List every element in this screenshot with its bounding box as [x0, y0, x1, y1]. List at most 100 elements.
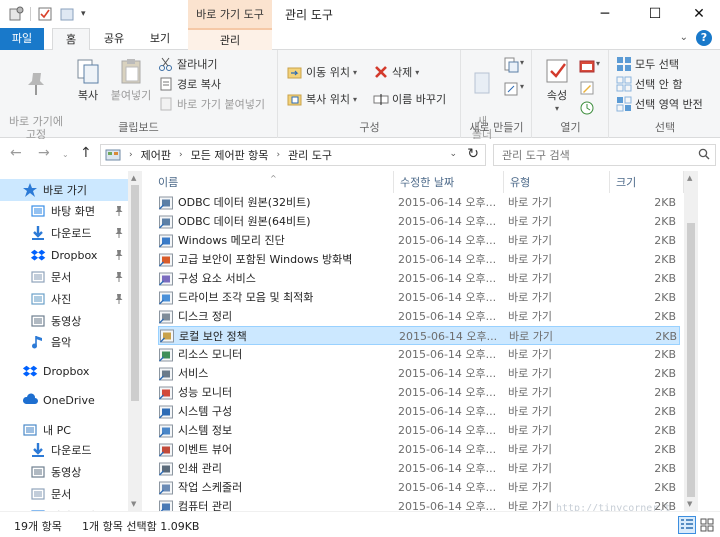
nav-item[interactable]: 문서 — [0, 483, 128, 505]
control-panel-icon — [105, 149, 121, 161]
tab-home[interactable]: 홈 — [52, 28, 90, 51]
nav-item[interactable]: 다운로드 — [0, 439, 128, 461]
search-input[interactable] — [493, 144, 716, 166]
file-row[interactable]: 이벤트 뷰어 2015-06-14 오후... 바로 가기 2KB — [158, 440, 680, 459]
scroll-up-icon[interactable]: ▲ — [131, 174, 136, 182]
nav-item[interactable]: Dropbox — [0, 244, 128, 266]
file-row[interactable]: 서비스 2015-06-14 오후... 바로 가기 2KB — [158, 364, 680, 383]
new-item-dropdown-icon[interactable]: ▾ — [520, 58, 524, 67]
recent-locations-icon[interactable]: ⌄ — [62, 150, 69, 159]
invert-selection-button[interactable]: 선택 영역 반전 — [616, 95, 703, 113]
nav-item[interactable]: 바로 가기 — [0, 179, 128, 201]
tab-share[interactable]: 공유 — [96, 28, 132, 50]
file-row[interactable]: 작업 스케줄러 2015-06-14 오후... 바로 가기 2KB — [158, 478, 680, 497]
open-dropdown-icon[interactable]: ▾ — [596, 59, 600, 68]
scroll-up-icon[interactable]: ▲ — [687, 174, 692, 182]
details-view-button[interactable] — [678, 516, 696, 534]
pin-icon[interactable] — [114, 205, 124, 217]
breadcrumb-separator-icon[interactable]: › — [179, 150, 183, 160]
breadcrumb-all-items[interactable]: 모든 제어판 항목 — [191, 147, 269, 163]
file-row[interactable]: 리소스 모니터 2015-06-14 오후... 바로 가기 2KB — [158, 345, 680, 364]
file-list-scroll-thumb[interactable] — [687, 223, 695, 497]
address-dropdown-icon[interactable]: ⌄ — [449, 149, 457, 159]
forward-arrow-icon[interactable]: → — [38, 145, 50, 161]
properties-button[interactable]: 속성 ▾ — [539, 56, 575, 115]
column-header-name[interactable]: 이름 ^ — [152, 171, 394, 193]
quick-access-dropdown-icon[interactable]: ▾ — [81, 9, 86, 19]
file-row[interactable]: 시스템 정보 2015-06-14 오후... 바로 가기 2KB — [158, 421, 680, 440]
copy-button[interactable]: 복사 — [70, 56, 106, 102]
nav-item[interactable]: 다운로드 — [0, 222, 128, 244]
file-row[interactable]: 성능 모니터 2015-06-14 오후... 바로 가기 2KB — [158, 383, 680, 402]
nav-item[interactable]: 문서 — [0, 266, 128, 288]
file-row[interactable]: 인쇄 관리 2015-06-14 오후... 바로 가기 2KB — [158, 459, 680, 478]
pin-icon[interactable] — [114, 227, 124, 239]
easy-access-dropdown-icon[interactable]: ▾ — [520, 82, 524, 91]
pin-icon[interactable] — [114, 293, 124, 305]
file-row[interactable]: 디스크 정리 2015-06-14 오후... 바로 가기 2KB — [158, 307, 680, 326]
file-row[interactable]: ODBC 데이터 원본(32비트) 2015-06-14 오후... 바로 가기 2K… — [158, 193, 680, 212]
column-header-type[interactable]: 유형 — [504, 171, 610, 193]
history-icon[interactable] — [579, 100, 595, 116]
file-row[interactable]: Windows 메모리 진단 2015-06-14 오후... 바로 가기 2KB — [158, 231, 680, 250]
minimize-button[interactable]: ─ — [582, 0, 628, 28]
file-row[interactable]: 드라이브 조각 모음 및 최적화 2015-06-14 오후... 바로 가기 2KB — [158, 288, 680, 307]
file-row[interactable]: 고급 보안이 포함된 Windows 방화벽 2015-06-14 오후... 바로… — [158, 250, 680, 269]
nav-item[interactable]: 바탕 화면 — [0, 200, 128, 222]
select-none-button[interactable]: 선택 안 함 — [616, 75, 682, 93]
maximize-button[interactable]: ☐ — [632, 0, 678, 28]
easy-access-icon[interactable] — [502, 80, 520, 98]
pin-icon[interactable] — [114, 249, 124, 261]
delete-button[interactable]: 삭제 ▾ — [373, 63, 419, 81]
nav-item[interactable]: 동영상 — [0, 310, 128, 332]
rename-button[interactable]: 이름 바꾸기 — [373, 90, 446, 108]
breadcrumb-separator-icon[interactable]: › — [129, 150, 133, 160]
address-bar[interactable]: › 제어판 › 모든 제어판 항목 › 관리 도구 ⌄ ↻ — [100, 144, 486, 166]
up-arrow-icon[interactable]: ↑ — [80, 145, 92, 161]
scroll-down-icon[interactable]: ▼ — [687, 500, 692, 508]
paste-shortcut-button[interactable]: 바로 가기 붙여넣기 — [158, 95, 265, 113]
nav-item[interactable]: 동영상 — [0, 461, 128, 483]
nav-item[interactable]: OneDrive — [0, 389, 128, 411]
refresh-icon[interactable]: ↻ — [467, 146, 479, 162]
new-item-icon[interactable] — [502, 56, 520, 74]
breadcrumb-admin-tools[interactable]: 관리 도구 — [288, 147, 332, 163]
tab-file[interactable]: 파일 — [0, 28, 44, 50]
copy-path-button[interactable]: 경로 복사 — [158, 75, 221, 93]
tab-view[interactable]: 보기 — [142, 28, 178, 50]
help-icon[interactable]: ? — [696, 30, 712, 46]
new-folder-icon[interactable] — [59, 6, 75, 22]
select-all-button[interactable]: 모두 선택 — [616, 55, 679, 73]
breadcrumb-control-panel[interactable]: 제어판 — [141, 147, 171, 163]
large-icons-view-button[interactable] — [698, 516, 716, 534]
back-arrow-icon[interactable]: ← — [10, 145, 22, 161]
nav-item[interactable]: 음악 — [0, 331, 128, 353]
nav-item[interactable]: 사진 — [0, 288, 128, 310]
file-row[interactable]: 시스템 구성 2015-06-14 오후... 바로 가기 2KB — [158, 402, 680, 421]
breadcrumb-separator-icon[interactable]: › — [276, 150, 280, 160]
nav-scroll-thumb[interactable] — [131, 185, 139, 401]
file-list-scrollbar[interactable]: ▲ ▼ — [684, 171, 698, 511]
paste-button[interactable]: 붙여넣기 — [108, 56, 154, 102]
edit-icon[interactable] — [579, 80, 595, 96]
nav-scrollbar[interactable]: ▲ ▼ — [128, 171, 142, 511]
file-row[interactable]: 로컬 보안 정책 2015-06-14 오후... 바로 가기 2KB — [158, 326, 680, 345]
file-row[interactable]: 구성 요소 서비스 2015-06-14 오후... 바로 가기 2KB — [158, 269, 680, 288]
nav-item[interactable]: 내 PC — [0, 419, 128, 441]
close-button[interactable]: ✕ — [676, 0, 720, 28]
file-name: ODBC 데이터 원본(32비트) — [178, 196, 311, 209]
checklist-icon[interactable] — [37, 6, 53, 22]
column-header-size[interactable]: 크기 — [610, 171, 684, 193]
scroll-down-icon[interactable]: ▼ — [131, 500, 136, 508]
tab-manage[interactable]: 관리 — [188, 28, 272, 50]
cut-button[interactable]: 잘라내기 — [158, 55, 217, 73]
properties-icon[interactable] — [8, 6, 24, 22]
column-header-date[interactable]: 수정한 날짜 — [394, 171, 504, 193]
pin-icon[interactable] — [114, 271, 124, 283]
copy-to-button[interactable]: 복사 위치 ▾ — [287, 90, 357, 108]
file-row[interactable]: ODBC 데이터 원본(64비트) 2015-06-14 오후... 바로 가기 2K… — [158, 212, 680, 231]
ribbon-collapse-icon[interactable]: ⌄ — [680, 32, 688, 43]
move-to-button[interactable]: 이동 위치 ▾ — [287, 63, 357, 81]
open-icon[interactable] — [579, 58, 595, 74]
nav-item[interactable]: Dropbox — [0, 360, 128, 382]
